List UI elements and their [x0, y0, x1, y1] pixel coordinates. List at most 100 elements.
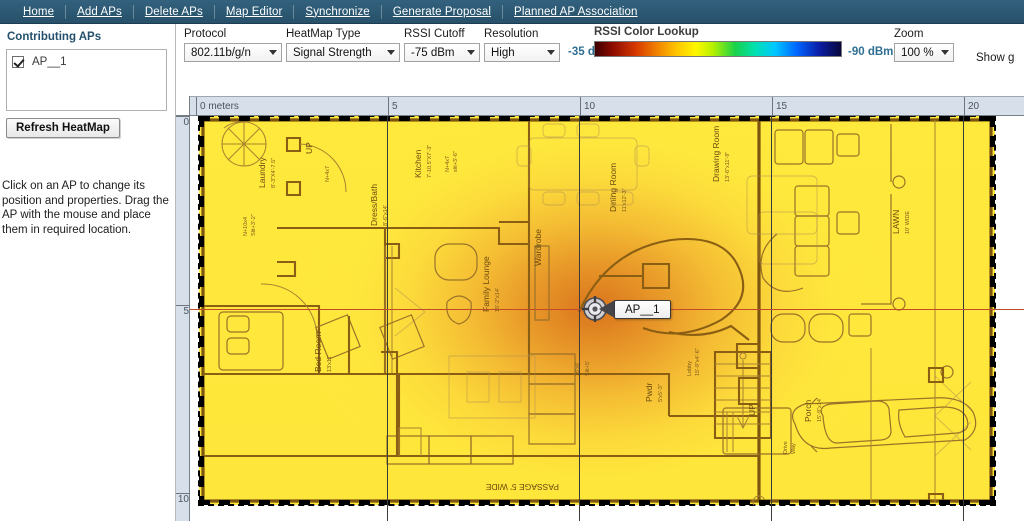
- nav-item-synchronize[interactable]: Synchronize: [294, 6, 380, 18]
- lounge-seating: [761, 124, 953, 378]
- room-label: Drawing Room: [711, 126, 721, 182]
- nav-item-generate-proposal[interactable]: Generate Proposal: [382, 6, 502, 18]
- heatmap-type-select[interactable]: Signal Strength: [286, 43, 400, 62]
- rssi-max-label-group: -90 dBm: [848, 46, 893, 58]
- ruler-tick: 15: [772, 97, 787, 117]
- ruler-corner: [176, 96, 190, 116]
- heatmap-canvas[interactable]: Laundry 8'-3"X4'-7.5" UP Kitchen 7'-10.5…: [190, 116, 1024, 521]
- svg-text:Drive: Drive: [783, 441, 789, 454]
- rssi-color-lookup-label: RSSI Color Lookup: [594, 26, 699, 38]
- room-dim: 8'-6"x14': [383, 205, 389, 226]
- room-label: Kitchen: [413, 149, 423, 178]
- nav-item-map-editor[interactable]: Map Editor: [215, 6, 294, 18]
- contributing-aps-panel: Contributing APs AP__1 Refresh HeatMap C…: [0, 24, 176, 521]
- top-navigation-bar: Home Add APs Delete APs Map Editor Synch…: [0, 0, 1024, 24]
- grid-line-vertical: [771, 116, 772, 521]
- resolution-label: Resolution: [484, 28, 539, 40]
- rssi-cutoff-value: -75 dBm: [411, 46, 455, 59]
- room-label: Porch: [803, 400, 813, 422]
- main-content: Protocol 802.11b/g/n HeatMap Type Signal…: [176, 24, 1024, 521]
- room-label: PASSAGE 5' WIDE: [485, 482, 559, 492]
- heatmap-type-label: HeatMap Type: [286, 28, 361, 40]
- chevron-down-icon: [547, 50, 555, 55]
- boundary-dash-left: [199, 116, 204, 505]
- zoom-select[interactable]: 100 %: [894, 43, 954, 62]
- boundary-dash-bottom: [199, 500, 995, 505]
- svg-text:Slit+5': Slit+5': [585, 361, 591, 376]
- heatmap-type-group: HeatMap Type Signal Strength: [286, 28, 400, 62]
- chevron-down-icon: [387, 50, 395, 55]
- rssi-color-lookup-group: RSSI Color Lookup: [594, 26, 842, 57]
- room-label: Laundry: [257, 157, 267, 188]
- room-label: Family Lounge: [481, 256, 491, 312]
- armchairs: [316, 315, 424, 359]
- heatmap-type-value: Signal Strength: [293, 46, 372, 59]
- room-label: UP: [304, 142, 314, 154]
- resolution-value: High: [491, 46, 515, 59]
- svg-text:UP: UP: [747, 404, 757, 416]
- room-dim: Slit+3'-2": [251, 214, 257, 236]
- ruler-tick: 0 meters: [196, 97, 239, 117]
- nav-item-home[interactable]: Home: [12, 6, 65, 18]
- room-label: Dress/Bath: [369, 184, 379, 226]
- sofa-group: [387, 354, 575, 464]
- grid-line-vertical: [579, 116, 580, 521]
- ap-checkbox[interactable]: [12, 56, 24, 68]
- ruler-tick: 10: [176, 493, 190, 505]
- ruler-tick: 5: [388, 97, 398, 117]
- instruction-text: Click on an AP to change its position an…: [2, 180, 169, 236]
- rssi-max-label: -90 dBm: [848, 46, 894, 58]
- ap-callout-label[interactable]: AP__1: [614, 300, 671, 319]
- svg-text:slit+3'-6": slit+3'-6": [453, 151, 459, 172]
- boundary-dash-right: [990, 116, 995, 505]
- svg-text:16'x6': 16'x6': [575, 362, 581, 376]
- zoom-group: Zoom 100 %: [894, 28, 954, 62]
- room-label: Dining Room: [608, 163, 618, 212]
- protocol-group: Protocol 802.11b/g/n: [184, 28, 282, 62]
- rssi-cutoff-select[interactable]: -75 dBm: [404, 43, 480, 62]
- room-dim: 13'-6"x11'-9": [725, 152, 731, 182]
- nav-item-add-aps[interactable]: Add APs: [66, 6, 133, 18]
- callout-tail: [599, 300, 615, 318]
- protocol-select[interactable]: 802.11b/g/n: [184, 43, 282, 62]
- chevron-down-icon: [467, 50, 475, 55]
- room-label: LAWN: [891, 210, 901, 234]
- nav-item-delete-aps[interactable]: Delete APs: [134, 6, 214, 18]
- nav-item-planned-ap-association[interactable]: Planned AP Association: [503, 6, 648, 18]
- map-viewport: 0 meters 5 10 15 20 0 5 10 Laundry 8'-3"…: [176, 96, 1024, 521]
- rssi-cutoff-group: RSSI Cutoff -75 dBm: [404, 28, 480, 62]
- resolution-select[interactable]: High: [484, 43, 560, 62]
- ruler-tick: 20: [964, 97, 979, 117]
- room-dim: N+10x4: [243, 217, 249, 236]
- panel-title: Contributing APs: [7, 31, 102, 43]
- room-dim: 10' WIDE: [905, 211, 911, 234]
- chevron-down-icon: [269, 50, 277, 55]
- grid-line-vertical: [387, 116, 388, 521]
- zoom-label: Zoom: [894, 28, 924, 40]
- boundary-dash-top: [199, 116, 995, 121]
- ap-label: AP__1: [32, 56, 67, 68]
- room-dim: 5'x5'-3": [658, 384, 664, 402]
- chevron-down-icon: [941, 50, 949, 55]
- show-grid-label[interactable]: Show g: [976, 52, 1014, 64]
- svg-text:15'-9"x4'-6": 15'-9"x4'-6": [695, 348, 701, 376]
- room-dim: 15'-9"x14': [817, 398, 823, 422]
- resolution-group: Resolution High: [484, 28, 560, 62]
- ap-list[interactable]: AP__1: [6, 49, 167, 111]
- list-item[interactable]: AP__1: [12, 56, 161, 68]
- protocol-value: 802.11b/g/n: [191, 46, 251, 59]
- room-dim: 7'-10.5"X7'-3": [427, 145, 433, 178]
- rssi-gradient-bar: [594, 41, 842, 57]
- refresh-heatmap-button[interactable]: Refresh HeatMap: [6, 118, 120, 138]
- ruler-tick: 5: [176, 305, 190, 317]
- room-dim: 13'x11': [327, 355, 333, 372]
- ruler-tick: 10: [580, 97, 595, 117]
- svg-text:Way: Way: [791, 443, 797, 454]
- room-label: Wardrobe: [533, 229, 543, 266]
- room-dim: 8'-3"X4'-7.5": [271, 158, 277, 188]
- horizontal-ruler: 0 meters 5 10 15 20: [190, 96, 1024, 117]
- heatmap-toolbar: Protocol 802.11b/g/n HeatMap Type Signal…: [176, 24, 1024, 96]
- vertical-ruler: 0 5 10: [176, 116, 190, 521]
- room-dim: 11'x12'-3": [622, 188, 628, 212]
- room-label: Bed Room: [313, 332, 323, 372]
